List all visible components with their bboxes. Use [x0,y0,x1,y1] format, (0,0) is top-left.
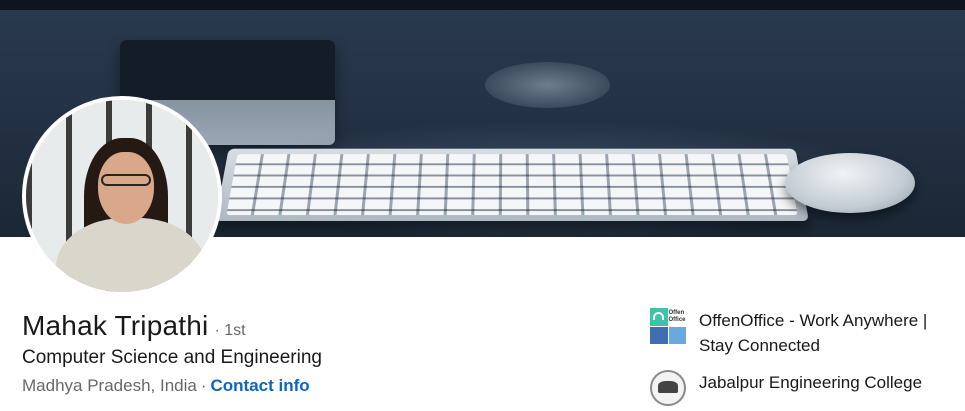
avatar-glasses [101,174,151,186]
location-separator: · [201,376,207,396]
contact-info-link[interactable]: Contact info [211,376,310,396]
profile-avatar[interactable] [22,96,222,296]
school-logo-icon [650,370,686,406]
wifi-icon [653,312,664,320]
profile-name: Mahak Tripathi [22,310,208,342]
banner-keyboard-keys [226,154,797,215]
company-logo-tile-4 [669,327,687,345]
education-school[interactable]: Jabalpur Engineering College [650,370,922,406]
company-name: OffenOffice - Work Anywhere | Stay Conne… [699,308,944,358]
banner-cup [485,62,610,108]
profile-headline: Computer Science and Engineering [22,347,322,369]
company-logo-wifi-tile [650,308,668,326]
current-company[interactable]: Offen Office OffenOffice - Work Anywhere… [650,308,944,358]
profile-name-row: Mahak Tripathi · 1st [22,310,246,342]
school-emblem [658,381,678,393]
banner-laptop-screen [120,40,335,100]
avatar-body [56,218,206,296]
profile-location-row: Madhya Pradesh, India · Contact info [22,376,310,396]
avatar-face [98,152,154,224]
company-logo-icon: Offen Office [650,308,686,344]
company-logo-text: Offen Office [669,308,687,326]
connection-degree: · 1st [214,322,245,340]
banner-mouse [785,153,915,213]
profile-location: Madhya Pradesh, India [22,376,197,396]
company-logo-tile-3 [650,327,668,345]
banner-keyboard [215,149,809,221]
banner-top-strip [0,0,965,10]
school-name: Jabalpur Engineering College [699,370,922,395]
